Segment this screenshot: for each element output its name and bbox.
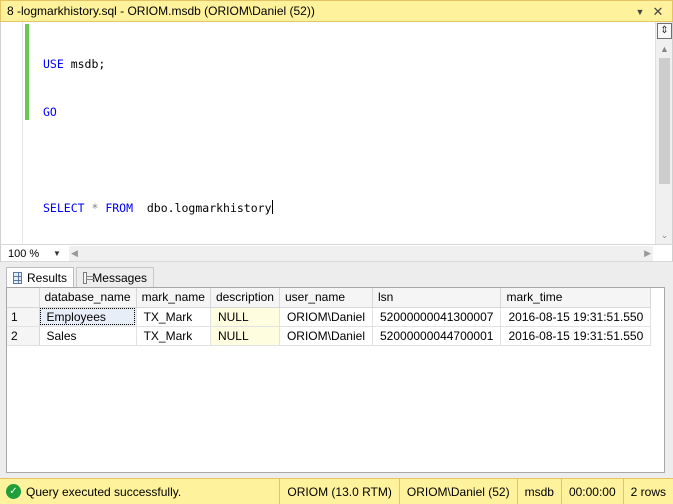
scroll-left-icon[interactable]: ◀: [71, 246, 78, 261]
cell-mark-name[interactable]: TX_Mark: [136, 326, 211, 346]
column-header-mark-name[interactable]: mark_name: [136, 288, 211, 308]
tab-messages-label: Messages: [92, 270, 147, 285]
keyword: FROM: [105, 201, 134, 215]
zoom-select[interactable]: 100 % ▼: [5, 246, 65, 261]
row-number-header[interactable]: [7, 288, 40, 308]
code-line-1: USE msdb;: [43, 56, 273, 72]
column-header-description[interactable]: description: [210, 288, 280, 308]
table-row[interactable]: 1 Employees TX_Mark NULL ORIOM\Daniel 52…: [7, 307, 652, 327]
status-rows: 2 rows: [622, 478, 673, 504]
status-server: ORIOM (13.0 RTM): [279, 478, 398, 504]
status-user: ORIOM\Daniel (52): [398, 478, 517, 504]
cell-lsn[interactable]: 52000000044700001: [372, 326, 502, 346]
editor-vertical-scrollbar[interactable]: ⇕ ▲ ⌄: [655, 22, 672, 244]
operator: *: [84, 201, 106, 215]
cell-user-name[interactable]: ORIOM\Daniel: [279, 307, 374, 327]
close-icon[interactable]: ✕: [650, 4, 666, 20]
split-window-icon[interactable]: ⇕: [657, 23, 672, 39]
keyword: GO: [43, 105, 57, 119]
change-tracking-bar: [25, 24, 29, 120]
messages-icon: [83, 271, 95, 284]
dropdown-arrow-icon[interactable]: ▼: [632, 4, 648, 20]
scroll-down-icon[interactable]: ⌄: [656, 228, 673, 242]
cell-database-name[interactable]: Sales: [39, 326, 137, 346]
tab-results[interactable]: Results: [6, 267, 74, 287]
scroll-up-icon[interactable]: ▲: [656, 42, 673, 56]
results-grid-area[interactable]: database_name mark_name description user…: [6, 287, 665, 473]
tab-messages[interactable]: Messages: [76, 267, 154, 287]
scroll-thumb[interactable]: [659, 58, 670, 184]
status-message-area: ✓ Query executed successfully.: [0, 484, 279, 499]
keyword: SELECT: [43, 201, 85, 215]
editor-zoom-bar: 100 % ▼ ◀ ▶: [0, 244, 673, 262]
cell-description[interactable]: NULL: [210, 307, 280, 327]
status-bar: ✓ Query executed successfully. ORIOM (13…: [0, 478, 673, 504]
column-header-user-name[interactable]: user_name: [279, 288, 374, 308]
status-elapsed: 00:00:00: [560, 478, 623, 504]
query-editor[interactable]: USE msdb; GO SELECT * FROM dbo.logmarkhi…: [0, 22, 673, 263]
chevron-down-icon[interactable]: ▼: [51, 249, 63, 258]
keyword: USE: [43, 57, 64, 71]
zoom-value: 100 %: [8, 247, 40, 260]
code-line-4: SELECT * FROM dbo.logmarkhistory: [43, 200, 273, 216]
status-message: Query executed successfully.: [26, 484, 182, 499]
scroll-right-icon[interactable]: ▶: [644, 246, 651, 261]
cell-database-name[interactable]: Employees: [39, 307, 137, 327]
document-tab-bar: 8 -logmarkhistory.sql - ORIOM.msdb (ORIO…: [0, 0, 673, 22]
identifier: dbo.logmarkhistory: [133, 201, 272, 215]
cell-mark-time[interactable]: 2016-08-15 19:31:51.550: [500, 307, 652, 327]
column-header-mark-time[interactable]: mark_time: [500, 288, 652, 308]
row-number[interactable]: 1: [7, 307, 40, 327]
editor-margin: [1, 22, 23, 244]
row-number[interactable]: 2: [7, 326, 40, 346]
table-row[interactable]: 2 Sales TX_Mark NULL ORIOM\Daniel 520000…: [7, 326, 652, 346]
document-tab-title: 8 -logmarkhistory.sql - ORIOM.msdb (ORIO…: [7, 4, 315, 18]
cell-user-name[interactable]: ORIOM\Daniel: [279, 326, 374, 346]
identifier: msdb;: [63, 57, 106, 71]
cell-mark-name[interactable]: TX_Mark: [136, 307, 211, 327]
cell-lsn[interactable]: 52000000041300007: [372, 307, 502, 327]
cell-description[interactable]: NULL: [210, 326, 280, 346]
editor-horizontal-scrollbar[interactable]: ◀ ▶: [69, 246, 653, 261]
tab-results-label: Results: [26, 270, 67, 285]
code-line-2: GO: [43, 104, 273, 120]
cell-mark-time[interactable]: 2016-08-15 19:31:51.550: [500, 326, 652, 346]
text-caret: [271, 200, 273, 214]
results-tab-strip: Results Messages: [0, 263, 673, 287]
column-header-database-name[interactable]: database_name: [39, 288, 137, 308]
document-tab[interactable]: 8 -logmarkhistory.sql - ORIOM.msdb (ORIO…: [0, 0, 673, 22]
status-database: msdb: [516, 478, 561, 504]
results-grid: database_name mark_name description user…: [7, 288, 652, 346]
check-success-icon: ✓: [6, 484, 21, 499]
column-header-lsn[interactable]: lsn: [372, 288, 502, 308]
grid-icon: [13, 271, 22, 284]
